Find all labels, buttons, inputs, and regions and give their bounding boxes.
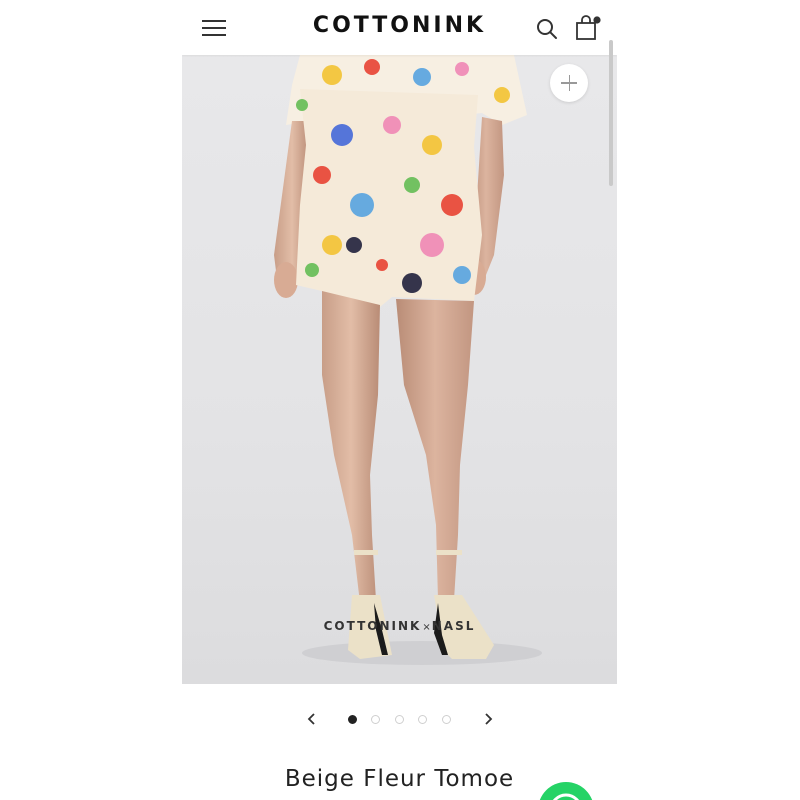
whatsapp-chat-button[interactable] (538, 782, 594, 800)
product-page: COTTONINK COTTONINK×NASL Beige Fleur Tom… (182, 0, 617, 800)
watermark-brand: COTTONINK (323, 619, 422, 633)
search-icon[interactable] (535, 17, 559, 41)
watermark-separator: × (422, 622, 431, 633)
chevron-left-icon[interactable] (303, 710, 321, 728)
carousel-dot-5[interactable] (442, 715, 451, 724)
carousel-dot-2[interactable] (371, 715, 380, 724)
whatsapp-icon (552, 793, 580, 800)
shopping-bag-icon[interactable] (575, 14, 601, 42)
zoom-plus-icon[interactable] (550, 64, 588, 102)
carousel-dot-3[interactable] (395, 715, 404, 724)
carousel-dot-4[interactable] (418, 715, 427, 724)
carousel-dot-1[interactable] (348, 715, 357, 724)
image-carousel-nav (182, 704, 617, 734)
site-header: COTTONINK (182, 0, 617, 55)
watermark-collab: NASL (431, 619, 476, 633)
brand-watermark: COTTONINK×NASL (182, 619, 617, 633)
chevron-right-icon[interactable] (479, 710, 497, 728)
product-photo-illustration (274, 55, 542, 665)
product-image[interactable]: COTTONINK×NASL (182, 55, 617, 684)
scrollbar[interactable] (609, 40, 613, 186)
